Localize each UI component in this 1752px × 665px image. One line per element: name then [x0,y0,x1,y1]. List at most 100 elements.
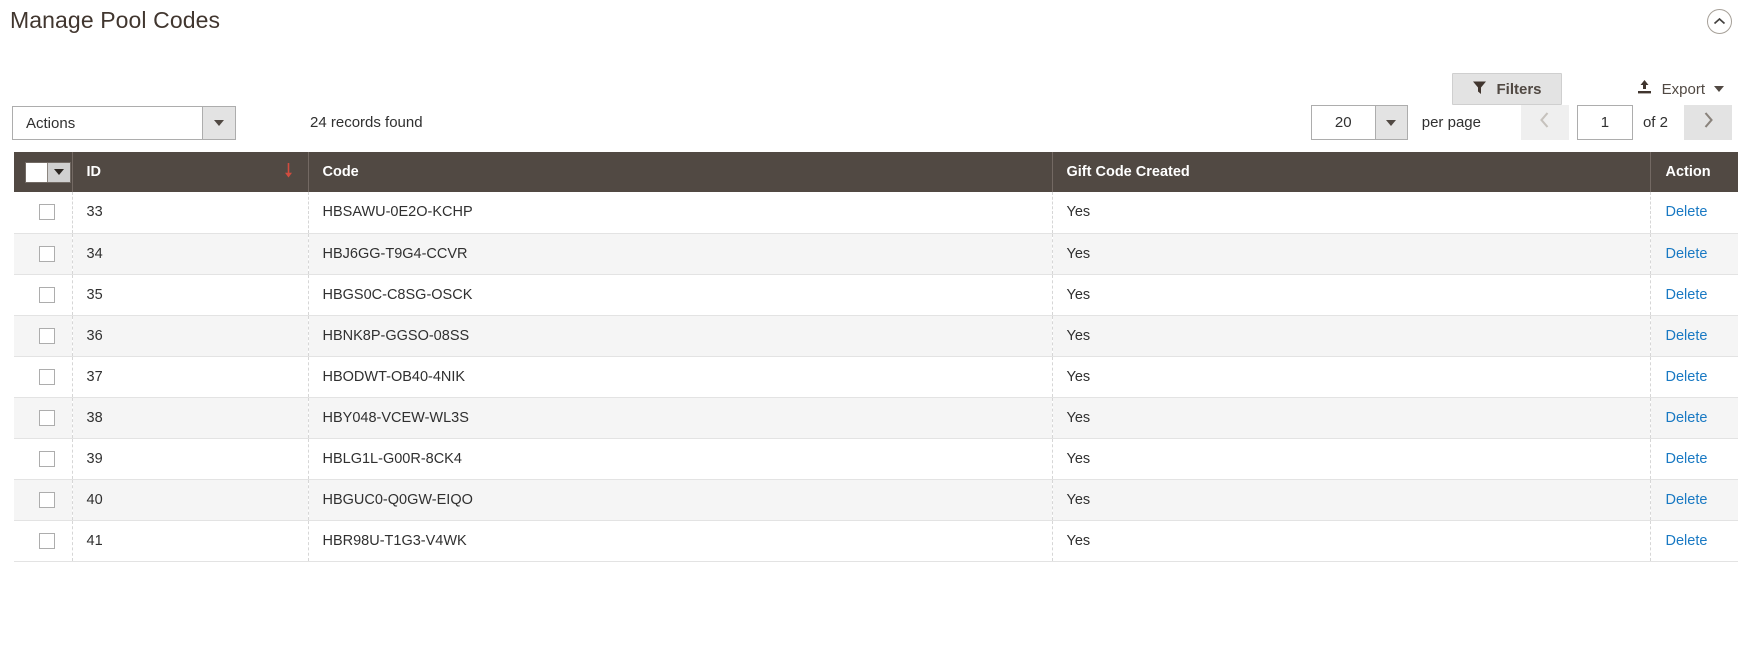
delete-link[interactable]: Delete [1666,369,1708,385]
column-header-gift-code-created-label: Gift Code Created [1066,164,1190,180]
records-found-label: 24 records found [310,114,423,131]
table-body: 33 HBSAWU-0E2O-KCHP Yes Delete 34 HBJ6GG-T9G4… [14,192,1738,562]
cell-id: 39 [72,438,309,480]
per-page-value: 20 [1334,114,1352,131]
delete-link[interactable]: Delete [1666,246,1708,262]
cell-id: 41 [72,520,309,562]
cell-id: 37 [72,356,309,398]
table-row[interactable]: 33 HBSAWU-0E2O-KCHP Yes Delete [14,192,1738,234]
cell-action: Delete [1650,315,1738,357]
cell-code: HBR98U-T1G3-V4WK [308,520,1053,562]
cell-action: Delete [1650,397,1738,439]
table-row[interactable]: 35 HBGS0C-C8SG-OSCK Yes Delete [14,274,1738,316]
row-checkbox[interactable] [39,204,56,221]
page-title: Manage Pool Codes [10,7,221,33]
cell-code: HBLG1L-G00R-8CK4 [308,438,1053,480]
mass-actions-value: Actions [26,114,76,132]
cell-id: 35 [72,274,309,316]
table-row[interactable]: 39 HBLG1L-G00R-8CK4 Yes Delete [14,438,1738,480]
row-select-cell[interactable] [14,192,73,234]
row-select-cell[interactable] [14,315,73,357]
collapse-section-button[interactable] [1707,9,1732,34]
funnel-icon [1472,80,1487,99]
table-row[interactable]: 38 HBY048-VCEW-WL3S Yes Delete [14,397,1738,439]
delete-link[interactable]: Delete [1666,410,1708,426]
header-row: ID Code Gift Code Created Action [14,152,1738,192]
table-head: ID Code Gift Code Created Action [14,152,1738,192]
cell-code: HBJ6GG-T9G4-CCVR [308,233,1053,275]
row-checkbox[interactable] [39,409,56,426]
per-page-select[interactable]: 20 [1310,105,1408,140]
grid-toolbar: Actions 24 records found 20 per page of … [0,98,1752,152]
row-select-cell[interactable] [14,356,73,398]
pager: 20 per page of 2 [1310,105,1732,140]
cell-action: Delete [1650,356,1738,398]
cell-gift-code-created: Yes [1052,520,1651,562]
row-select-cell[interactable] [14,520,73,562]
chevron-right-icon [1702,111,1714,134]
row-checkbox[interactable] [39,491,56,508]
column-header-gift-code-created[interactable]: Gift Code Created [1052,152,1651,192]
delete-link[interactable]: Delete [1666,451,1708,467]
delete-link[interactable]: Delete [1666,328,1708,344]
column-header-action: Action [1650,152,1738,192]
row-select-cell[interactable] [14,233,73,275]
delete-link[interactable]: Delete [1666,533,1708,549]
chevron-up-circle-icon [1713,17,1726,26]
cell-code: HBNK8P-GGSO-08SS [308,315,1053,357]
table-row[interactable]: 36 HBNK8P-GGSO-08SS Yes Delete [14,315,1738,357]
column-header-select-all[interactable] [14,152,73,192]
row-select-cell[interactable] [14,479,73,521]
previous-page-button[interactable] [1520,105,1569,140]
cell-id: 38 [72,397,309,439]
upload-icon [1636,79,1653,99]
delete-link[interactable]: Delete [1666,492,1708,508]
checkbox-dropdown-icon[interactable] [24,161,71,183]
page-header: Manage Pool Codes [0,0,1752,46]
table-row[interactable]: 37 HBODWT-OB40-4NIK Yes Delete [14,356,1738,398]
cell-action: Delete [1650,274,1738,316]
delete-link[interactable]: Delete [1666,204,1708,220]
cell-action: Delete [1650,520,1738,562]
admin-toolbar: Filters Export [0,46,1752,105]
caret-down-icon [1714,86,1724,92]
row-checkbox[interactable] [39,245,56,262]
table-row[interactable]: 40 HBGUC0-Q0GW-EIQO Yes Delete [14,479,1738,521]
cell-gift-code-created: Yes [1052,438,1651,480]
cell-code: HBY048-VCEW-WL3S [308,397,1053,439]
cell-code: HBGUC0-Q0GW-EIQO [308,479,1053,521]
cell-id: 34 [72,233,309,275]
cell-action: Delete [1650,233,1738,275]
cell-action: Delete [1650,438,1738,480]
row-select-cell[interactable] [14,438,73,480]
cell-id: 36 [72,315,309,357]
mass-actions-select[interactable]: Actions [12,106,236,140]
cell-gift-code-created: Yes [1052,315,1651,357]
current-page-input[interactable] [1576,105,1633,140]
cell-gift-code-created: Yes [1052,397,1651,439]
table-row[interactable]: 34 HBJ6GG-T9G4-CCVR Yes Delete [14,233,1738,275]
select-options-caret-icon[interactable] [46,162,70,182]
chevron-left-icon [1539,111,1551,134]
table-row[interactable]: 41 HBR98U-T1G3-V4WK Yes Delete [14,520,1738,562]
column-header-code[interactable]: Code [308,152,1053,192]
cell-action: Delete [1650,192,1738,234]
data-table: ID Code Gift Code Created Action 33 HBSA… [14,152,1738,562]
column-header-id-label: ID [86,164,102,180]
row-checkbox[interactable] [39,532,56,549]
delete-link[interactable]: Delete [1666,287,1708,303]
select-all-checkbox[interactable] [25,162,47,182]
arrow-down-icon [283,163,294,182]
cell-action: Delete [1650,479,1738,521]
row-select-cell[interactable] [14,274,73,316]
row-checkbox[interactable] [39,327,56,344]
row-select-cell[interactable] [14,397,73,439]
cell-code: HBSAWU-0E2O-KCHP [308,192,1053,234]
next-page-button[interactable] [1684,105,1732,140]
row-checkbox[interactable] [39,450,56,467]
cell-gift-code-created: Yes [1052,356,1651,398]
pool-codes-grid: ID Code Gift Code Created Action 33 HBSA… [14,152,1738,562]
row-checkbox[interactable] [39,286,56,303]
row-checkbox[interactable] [39,368,56,385]
column-header-id[interactable]: ID [72,152,309,192]
